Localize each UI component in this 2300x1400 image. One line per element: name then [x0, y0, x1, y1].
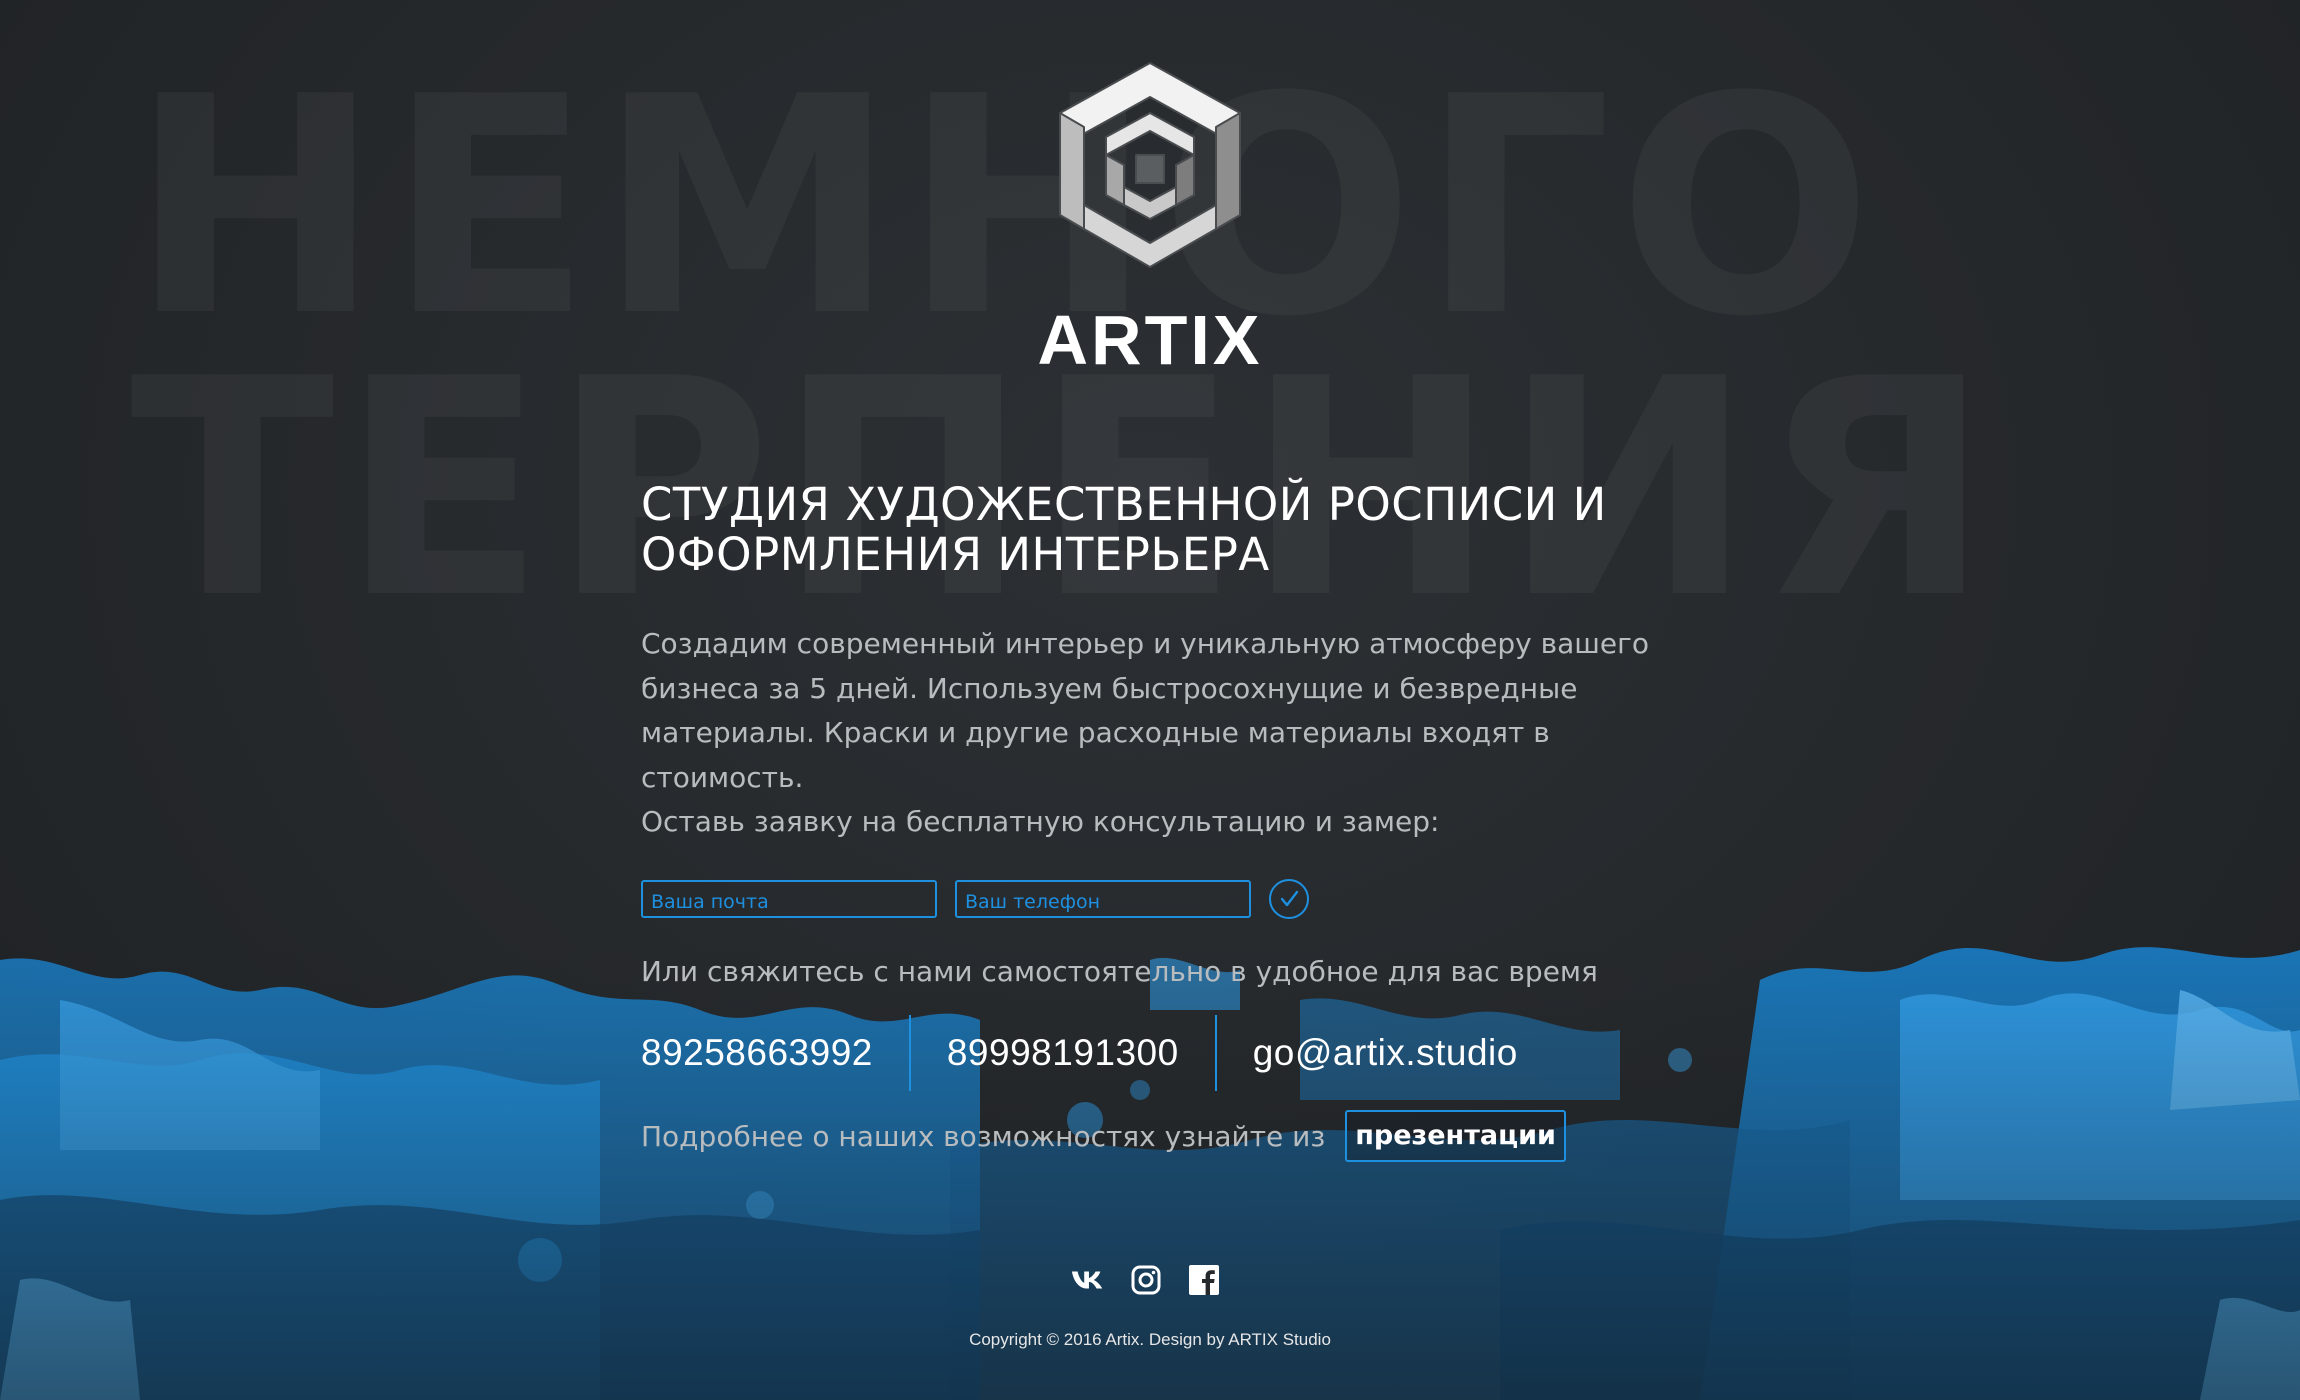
email-field[interactable]: [641, 880, 937, 918]
contact-divider: [1214, 1015, 1217, 1091]
presentation-line: Подробнее о наших возможностях узнайте и…: [641, 1110, 1566, 1162]
impossible-cube-logo-icon[interactable]: [1040, 55, 1260, 275]
phone-link-1[interactable]: 89258663992: [641, 1032, 873, 1074]
contact-list: 89258663992 89998191300 go@artix.studio: [641, 1015, 1518, 1091]
description-text: Создадим современный интерьер и уникальн…: [641, 627, 1649, 794]
page-title: СТУДИЯ ХУДОЖЕСТВЕННОЙ РОСПИСИ И ОФОРМЛЕН…: [641, 478, 1607, 581]
phone-link-2[interactable]: 89998191300: [947, 1032, 1179, 1074]
hero-description: Создадим современный интерьер и уникальн…: [641, 622, 1661, 845]
social-links: [1070, 1262, 1222, 1298]
submit-button[interactable]: [1269, 879, 1309, 919]
hero-content: СТУДИЯ ХУДОЖЕСТВЕННОЙ РОСПИСИ И ОФОРМЛЕН…: [641, 480, 1661, 845]
cta-text: Оставь заявку на бесплатную консультацию…: [641, 805, 1440, 838]
contact-divider: [908, 1015, 911, 1091]
contact-intro: Или свяжитесь с нами самостоятельно в уд…: [641, 955, 1598, 988]
brand-name[interactable]: ARTIX: [1000, 300, 1300, 380]
presentation-text: Подробнее о наших возможностях узнайте и…: [641, 1119, 1326, 1153]
checkmark-circle-icon: [1280, 890, 1299, 907]
instagram-icon[interactable]: [1128, 1262, 1164, 1298]
phone-field[interactable]: [955, 880, 1251, 918]
landing-page: НЕМНОГО ТЕРПЕНИЯ: [0, 0, 2300, 1400]
email-link[interactable]: go@artix.studio: [1253, 1032, 1518, 1074]
copyright-text: Copyright © 2016 Artix. Design by ARTIX …: [969, 1330, 1331, 1349]
consultation-form: [641, 879, 1309, 919]
facebook-icon[interactable]: [1186, 1262, 1222, 1298]
vk-icon[interactable]: [1070, 1262, 1106, 1298]
presentation-button[interactable]: презентации: [1345, 1110, 1566, 1162]
